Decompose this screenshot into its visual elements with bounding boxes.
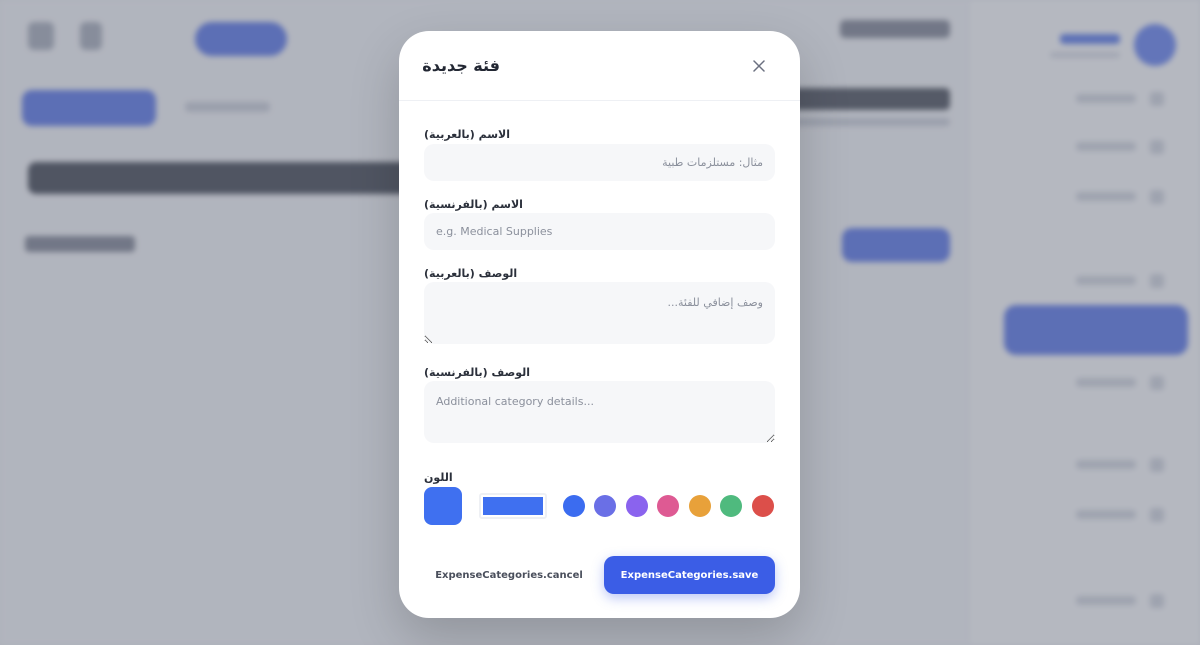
modal-title: فئة جديدة <box>422 56 500 75</box>
color-picker-row <box>424 487 775 525</box>
swatch-red[interactable] <box>752 495 774 517</box>
save-button[interactable]: ExpenseCategories.save <box>604 556 775 594</box>
name-ar-input[interactable] <box>424 144 775 181</box>
name-fr-input[interactable] <box>424 213 775 250</box>
color-preview[interactable] <box>424 487 462 525</box>
close-button[interactable] <box>749 56 769 76</box>
cancel-button[interactable]: ExpenseCategories.cancel <box>424 556 594 594</box>
modal-header: فئة جديدة <box>399 31 800 101</box>
desc-ar-textarea[interactable] <box>424 282 775 344</box>
name-fr-label: الاسم (بالفرنسية) <box>424 198 523 211</box>
new-category-modal: فئة جديدة الاسم (بالعربية) الاسم (بالفرن… <box>399 31 800 618</box>
swatch-purple[interactable] <box>626 495 648 517</box>
swatch-blue[interactable] <box>563 495 585 517</box>
swatch-indigo[interactable] <box>594 495 616 517</box>
color-input[interactable] <box>479 493 547 519</box>
close-icon <box>753 60 765 72</box>
desc-ar-label: الوصف (بالعربية) <box>424 267 518 280</box>
swatch-pink[interactable] <box>657 495 679 517</box>
swatch-orange[interactable] <box>689 495 711 517</box>
name-ar-label: الاسم (بالعربية) <box>424 128 511 141</box>
desc-fr-label: الوصف (بالفرنسية) <box>424 366 531 379</box>
color-label: اللون <box>424 471 453 484</box>
desc-fr-textarea[interactable] <box>424 381 775 443</box>
swatch-green[interactable] <box>720 495 742 517</box>
